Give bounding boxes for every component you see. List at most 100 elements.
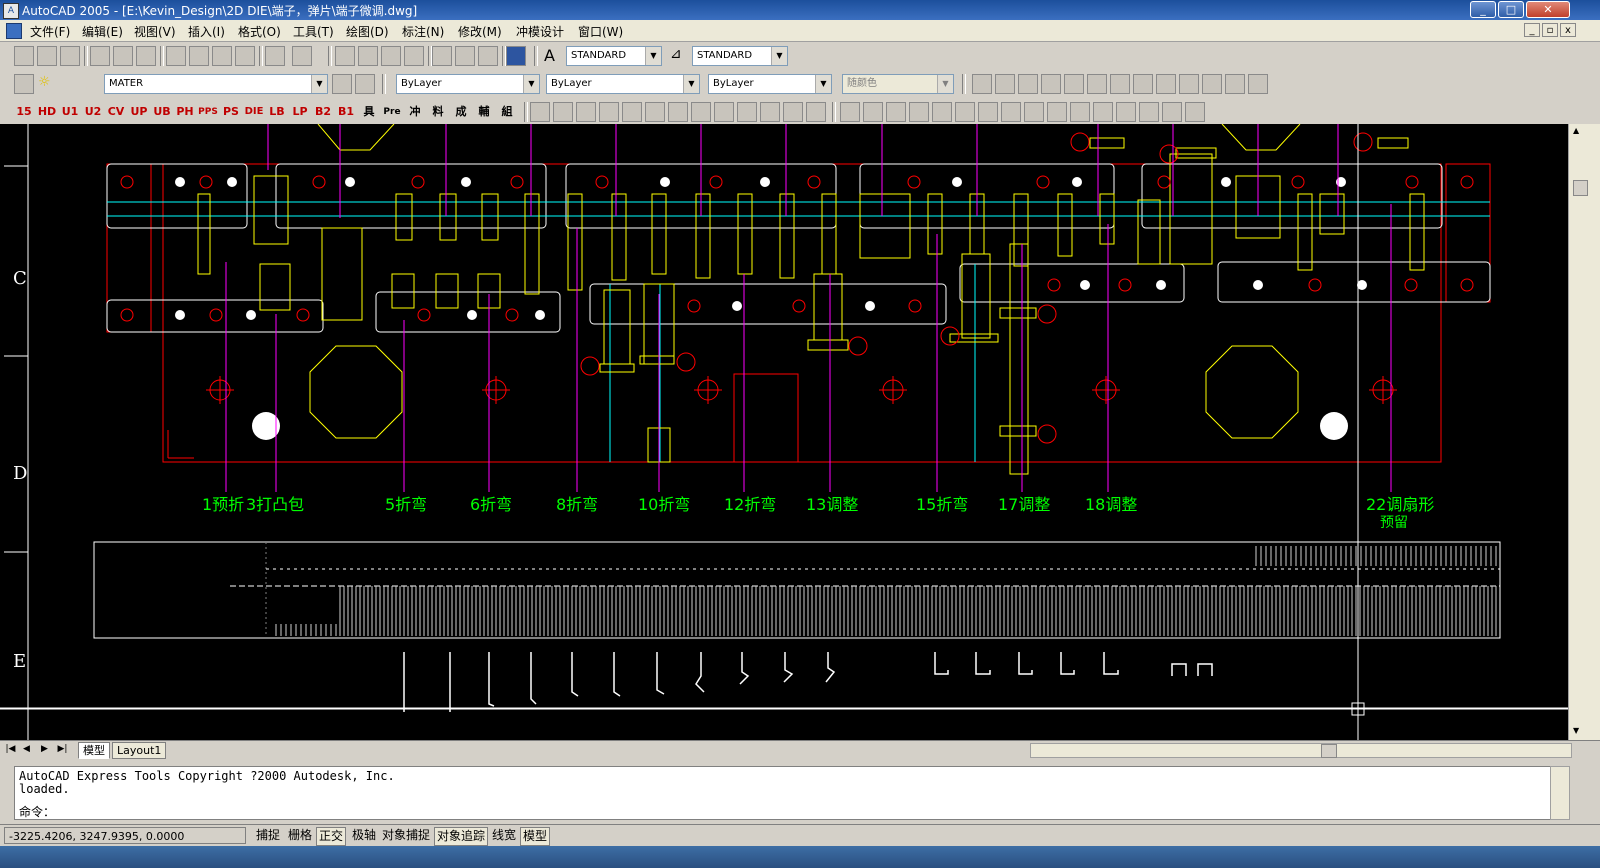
die-tool-button[interactable]: UB	[152, 102, 172, 122]
extra-icon[interactable]	[1133, 74, 1153, 94]
print-icon[interactable]	[90, 46, 110, 66]
publish-icon[interactable]	[136, 46, 156, 66]
zoom-previous-icon[interactable]	[404, 46, 424, 66]
color-select[interactable]: ByLayer ▼	[396, 74, 540, 94]
layer-previous-icon[interactable]	[355, 74, 375, 94]
tool-icon[interactable]	[783, 102, 803, 122]
pan-icon[interactable]	[335, 46, 355, 66]
die-tool-button[interactable]: 組	[497, 102, 517, 122]
menu-window[interactable]: 窗口(W)	[578, 23, 623, 40]
polar-toggle[interactable]: 极轴	[350, 827, 378, 844]
undo-icon[interactable]	[265, 46, 285, 66]
tool-icon[interactable]	[737, 102, 757, 122]
vertical-scrollbar[interactable]: ▲ ▼	[1568, 124, 1600, 740]
menu-modify[interactable]: 修改(M)	[458, 23, 502, 40]
model-toggle[interactable]: 模型	[520, 827, 551, 846]
osnap-toggle[interactable]: 对象捕捉	[380, 827, 432, 844]
ortho-toggle[interactable]: 正交	[316, 827, 347, 846]
tool-icon[interactable]	[599, 102, 619, 122]
menu-draw[interactable]: 绘图(D)	[346, 23, 389, 40]
extra-icon[interactable]	[972, 74, 992, 94]
die-tool-button[interactable]: CV	[106, 102, 126, 122]
extra-icon[interactable]	[1110, 74, 1130, 94]
extra-icon[interactable]	[1179, 74, 1199, 94]
paste-icon[interactable]	[212, 46, 232, 66]
tool-icon[interactable]	[863, 102, 883, 122]
minimize-button[interactable]: _	[1470, 1, 1496, 18]
extra-icon[interactable]	[1087, 74, 1107, 94]
help-icon[interactable]	[506, 46, 526, 66]
tool-icon[interactable]	[806, 102, 826, 122]
die-tool-button[interactable]: U2	[83, 102, 103, 122]
open-icon[interactable]	[37, 46, 57, 66]
doc-minimize-button[interactable]: _	[1524, 23, 1540, 37]
die-tool-button[interactable]: 具	[359, 102, 379, 122]
grid-toggle[interactable]: 栅格	[286, 827, 314, 844]
zoom-realtime-icon[interactable]	[358, 46, 378, 66]
extra-icon[interactable]	[1225, 74, 1245, 94]
new-icon[interactable]	[14, 46, 34, 66]
otrack-toggle[interactable]: 对象追踪	[434, 827, 489, 846]
properties-icon[interactable]	[432, 46, 452, 66]
menu-format[interactable]: 格式(O)	[238, 23, 281, 40]
tool-icon[interactable]	[576, 102, 596, 122]
menu-dimension[interactable]: 标注(N)	[402, 23, 444, 40]
match-prop-icon[interactable]	[235, 46, 255, 66]
die-tool-button[interactable]: U1	[60, 102, 80, 122]
save-icon[interactable]	[60, 46, 80, 66]
tool-icon[interactable]	[714, 102, 734, 122]
tool-icon[interactable]	[1070, 102, 1090, 122]
tool-icon[interactable]	[1024, 102, 1044, 122]
drawing-canvas[interactable]: C D E 1预折 3打凸包 5折弯 6折弯 8折弯 10折弯 12折弯 13调…	[0, 124, 1568, 740]
doc-close-button[interactable]: x	[1560, 23, 1576, 37]
tool-icon[interactable]	[1139, 102, 1159, 122]
tool-icon[interactable]	[760, 102, 780, 122]
die-tool-button[interactable]: PS	[221, 102, 241, 122]
tool-icon[interactable]	[1162, 102, 1182, 122]
tool-icon[interactable]	[978, 102, 998, 122]
next-tab-icon[interactable]: ▶	[38, 743, 51, 755]
die-tool-button[interactable]: 冲	[405, 102, 425, 122]
extra-icon[interactable]	[1156, 74, 1176, 94]
tool-icon[interactable]	[530, 102, 550, 122]
vertical-scroll-thumb[interactable]	[1573, 180, 1588, 196]
copy-icon[interactable]	[189, 46, 209, 66]
tool-icon[interactable]	[1093, 102, 1113, 122]
close-button[interactable]: ✕	[1526, 1, 1570, 18]
document-icon[interactable]	[6, 23, 22, 39]
cad-drawing[interactable]: C D E 1预折 3打凸包 5折弯 6折弯 8折弯 10折弯 12折弯 13调…	[0, 124, 1568, 740]
horizontal-scrollbar[interactable]	[1030, 743, 1572, 758]
tab-layout1[interactable]: Layout1	[112, 742, 167, 759]
text-style-select[interactable]: STANDARD ▼	[566, 46, 662, 66]
tool-icon[interactable]	[1116, 102, 1136, 122]
die-tool-button[interactable]: HD	[37, 102, 57, 122]
extra-icon[interactable]	[1018, 74, 1038, 94]
die-tool-button[interactable]: 成	[451, 102, 471, 122]
menu-edit[interactable]: 编辑(E)	[82, 23, 123, 40]
die-tool-button[interactable]: B1	[336, 102, 356, 122]
die-tool-button[interactable]: 料	[428, 102, 448, 122]
tool-icon[interactable]	[1047, 102, 1067, 122]
snap-toggle[interactable]: 捕捉	[254, 827, 282, 844]
layer-manager-icon[interactable]	[14, 74, 34, 94]
autocad-app-icon[interactable]: A	[3, 3, 19, 19]
linetype-select[interactable]: ByLayer ▼	[546, 74, 700, 94]
command-prompt[interactable]: 命令：	[19, 803, 55, 820]
die-tool-button[interactable]: UP	[129, 102, 149, 122]
scroll-up-arrow-icon[interactable]: ▲	[1573, 126, 1579, 135]
redo-icon[interactable]	[292, 46, 312, 66]
make-current-icon[interactable]	[332, 74, 352, 94]
die-tool-button[interactable]: 15	[14, 102, 34, 122]
prev-tab-icon[interactable]: ◀	[20, 743, 33, 755]
die-tool-button[interactable]: 輔	[474, 102, 494, 122]
tool-icon[interactable]	[955, 102, 975, 122]
doc-restore-button[interactable]: ▫	[1542, 23, 1558, 37]
tool-icon[interactable]	[668, 102, 688, 122]
extra-icon[interactable]	[1064, 74, 1084, 94]
extra-icon[interactable]	[1041, 74, 1061, 94]
tool-icon[interactable]	[1185, 102, 1205, 122]
scroll-down-arrow-icon[interactable]: ▼	[1573, 726, 1579, 735]
tool-palette-icon[interactable]	[478, 46, 498, 66]
die-tool-button[interactable]: LB	[267, 102, 287, 122]
extra-icon[interactable]	[1248, 74, 1268, 94]
